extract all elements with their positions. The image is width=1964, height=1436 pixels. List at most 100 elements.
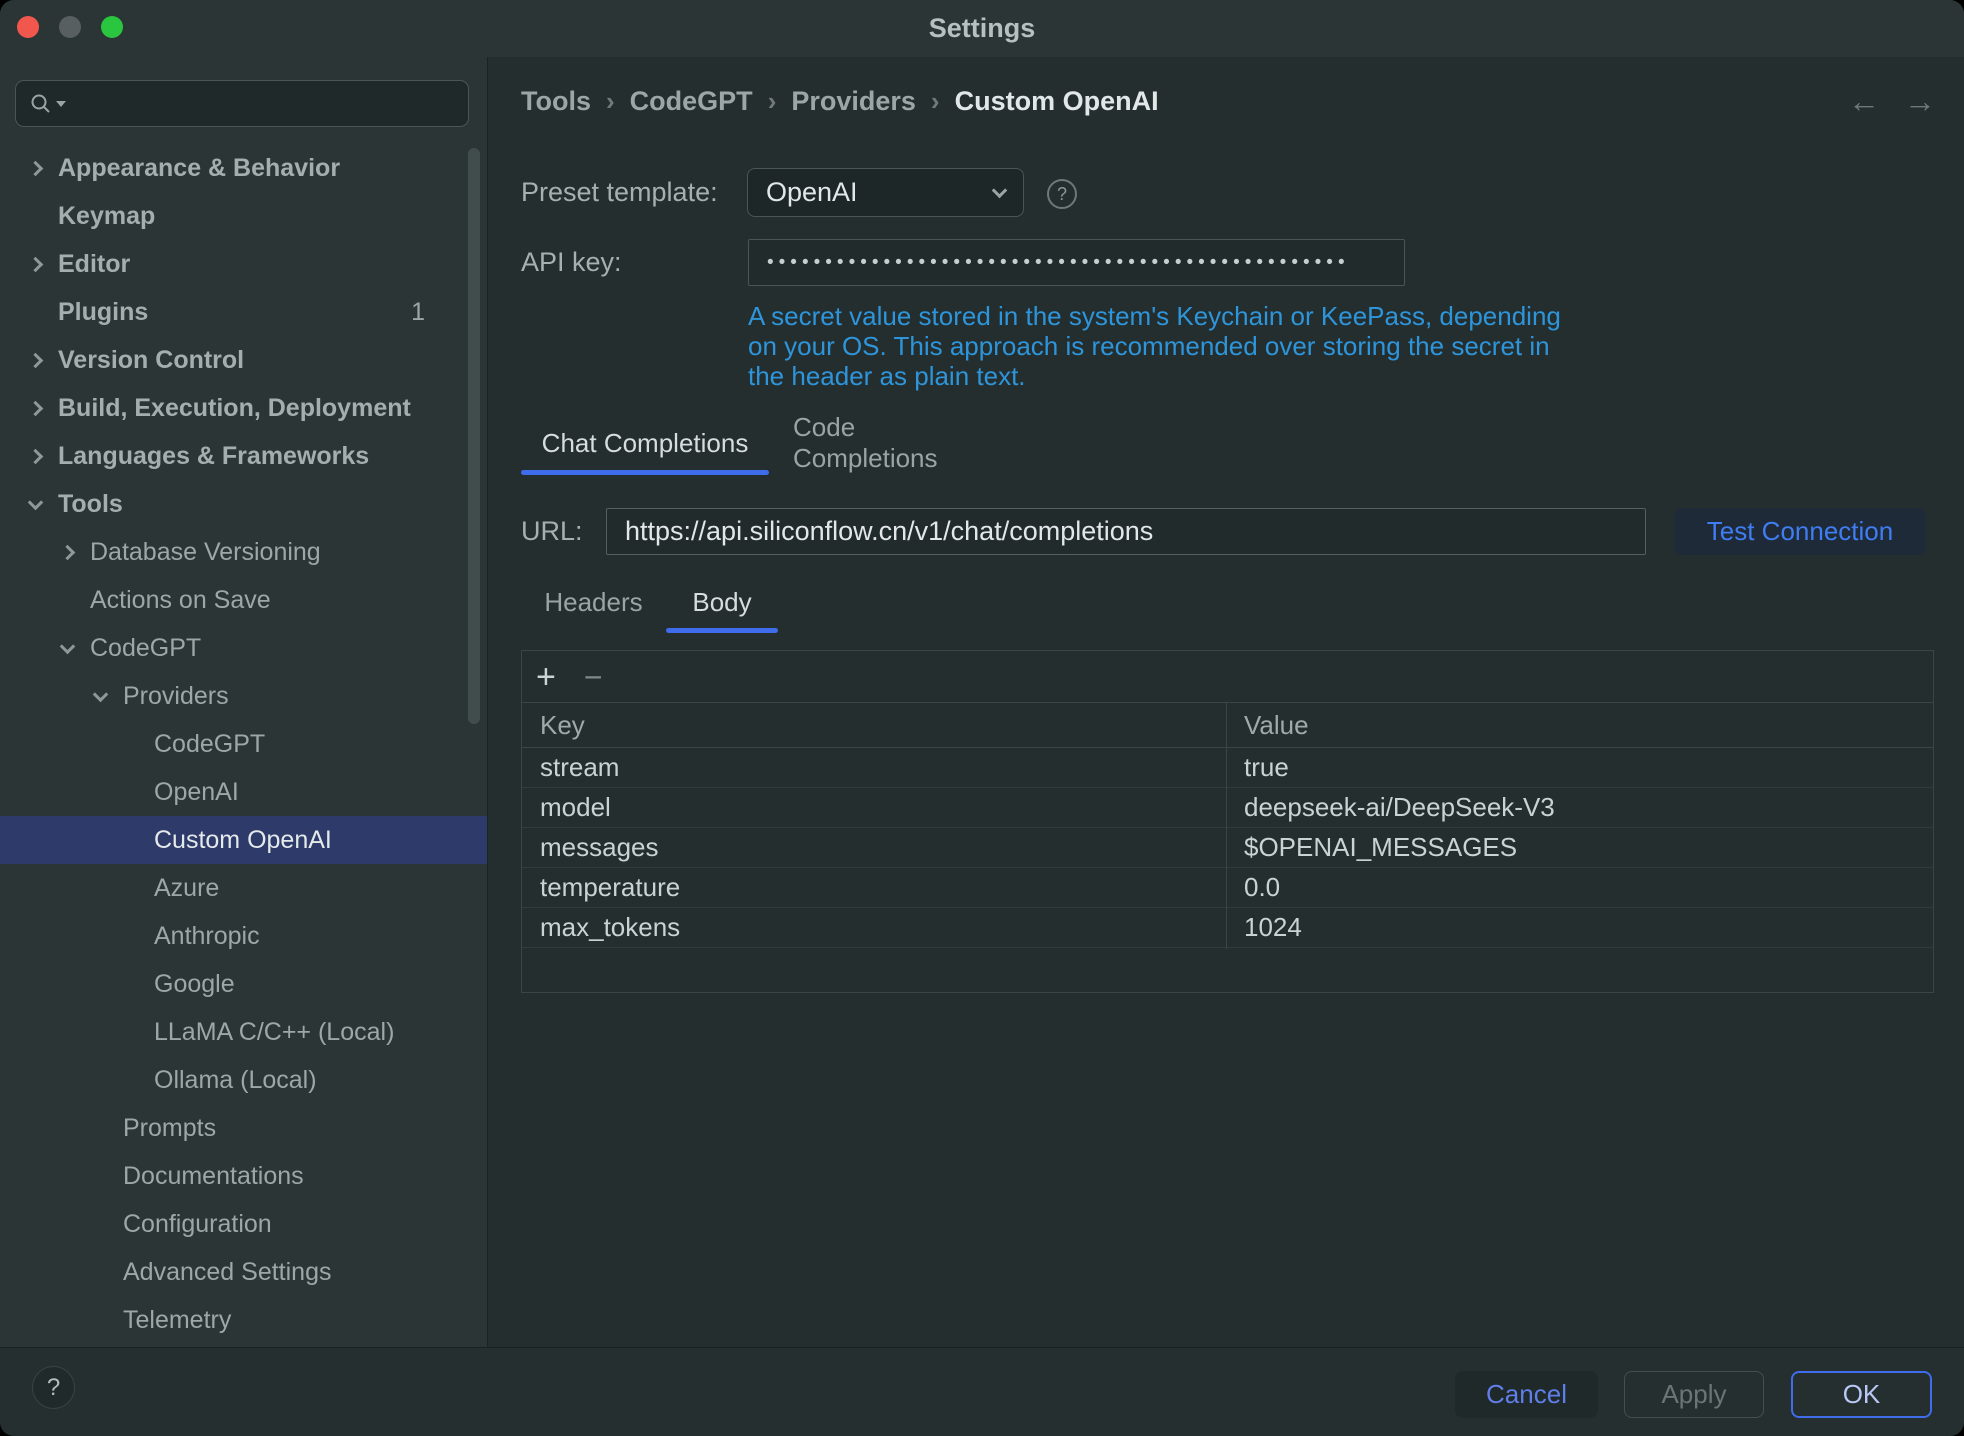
preset-template-select[interactable]: OpenAI	[747, 168, 1024, 217]
chevron-down-icon[interactable]	[24, 501, 58, 508]
sidebar-item-openai[interactable]: OpenAI	[0, 768, 487, 816]
chevron-right-icon[interactable]	[24, 355, 58, 366]
sidebar-item-actions-on-save[interactable]: Actions on Save	[0, 576, 487, 624]
api-key-field[interactable]	[748, 239, 1405, 286]
plugins-count-badge: 1	[411, 298, 425, 327]
api-key-label: API key:	[521, 239, 622, 286]
cell-value[interactable]: $OPENAI_MESSAGES	[1226, 828, 1933, 867]
cell-key[interactable]: model	[522, 788, 1226, 827]
api-key-input[interactable]	[767, 252, 1367, 274]
breadcrumb: Tools›CodeGPT›Providers›Custom OpenAI	[521, 86, 1159, 117]
chevron-down-icon[interactable]	[89, 693, 123, 700]
sidebar-item-keymap[interactable]: Keymap	[0, 192, 487, 240]
cell-value[interactable]: true	[1226, 748, 1933, 787]
cell-value[interactable]: 1024	[1226, 908, 1933, 947]
sidebar-item-codegpt[interactable]: CodeGPT	[0, 720, 487, 768]
sidebar-item-prompts[interactable]: Prompts	[0, 1104, 487, 1152]
sidebar-item-ollama-local-[interactable]: Ollama (Local)	[0, 1056, 487, 1104]
apply-button[interactable]: Apply	[1624, 1371, 1764, 1418]
sidebar-item-label: Plugins	[58, 298, 148, 327]
cell-key[interactable]: stream	[522, 748, 1226, 787]
help-button[interactable]: ?	[32, 1366, 75, 1409]
sidebar-item-label: LLaMA C/C++ (Local)	[154, 1018, 394, 1047]
cell-key[interactable]: max_tokens	[522, 908, 1226, 947]
tab-chat-completions[interactable]: Chat Completions	[521, 416, 769, 470]
search-input[interactable]	[76, 90, 436, 118]
sidebar-item-azure[interactable]: Azure	[0, 864, 487, 912]
sidebar-item-plugins[interactable]: Plugins 1	[0, 288, 487, 336]
sidebar-item-build-execution-deployment[interactable]: Build, Execution, Deployment	[0, 384, 487, 432]
table-row-messages[interactable]: messages$OPENAI_MESSAGES	[522, 828, 1933, 868]
sidebar-item-label: Actions on Save	[90, 586, 271, 615]
cell-key[interactable]: temperature	[522, 868, 1226, 907]
sidebar-item-appearance-behavior[interactable]: Appearance & Behavior	[0, 144, 487, 192]
sidebar-item-documentations[interactable]: Documentations	[0, 1152, 487, 1200]
chevron-right-icon[interactable]	[24, 403, 58, 414]
chevron-right-icon[interactable]	[24, 163, 58, 174]
add-row-icon[interactable]: +	[536, 660, 556, 694]
sidebar-item-advanced-settings[interactable]: Advanced Settings	[0, 1248, 487, 1296]
breadcrumb-item-providers[interactable]: Providers	[791, 86, 916, 117]
sidebar-item-label: CodeGPT	[90, 634, 201, 663]
sidebar-item-label: Advanced Settings	[123, 1258, 331, 1287]
sidebar-item-llama-c-c-local-[interactable]: LLaMA C/C++ (Local)	[0, 1008, 487, 1056]
cancel-button[interactable]: Cancel	[1455, 1371, 1598, 1418]
sidebar-item-anthropic[interactable]: Anthropic	[0, 912, 487, 960]
remove-row-icon[interactable]: −	[584, 661, 603, 693]
tab-body[interactable]: Body	[666, 576, 778, 628]
sidebar-item-custom-openai[interactable]: Custom OpenAI	[0, 816, 487, 864]
table-body: streamtruemodeldeepseek-ai/DeepSeek-V3me…	[522, 748, 1933, 948]
table-row-model[interactable]: modeldeepseek-ai/DeepSeek-V3	[522, 788, 1933, 828]
sidebar-item-tools[interactable]: Tools	[0, 480, 487, 528]
sidebar-item-label: Appearance & Behavior	[58, 154, 340, 183]
sidebar-item-label: Ollama (Local)	[154, 1066, 317, 1095]
sidebar-item-languages-frameworks[interactable]: Languages & Frameworks	[0, 432, 487, 480]
sidebar-item-version-control[interactable]: Version Control	[0, 336, 487, 384]
forward-arrow-icon[interactable]: →	[1904, 83, 1936, 120]
sidebar-item-label: Configuration	[123, 1210, 272, 1239]
sidebar-item-label: Build, Execution, Deployment	[58, 394, 411, 423]
sidebar-scrollbar-thumb[interactable]	[468, 148, 480, 724]
column-header-value: Value	[1226, 703, 1933, 747]
ok-button[interactable]: OK	[1791, 1371, 1932, 1418]
breadcrumb-item-codegpt[interactable]: CodeGPT	[630, 86, 753, 117]
sidebar-item-editor[interactable]: Editor	[0, 240, 487, 288]
sidebar-item-database-versioning[interactable]: Database Versioning	[0, 528, 487, 576]
test-connection-button[interactable]: Test Connection	[1674, 508, 1926, 555]
chevron-right-icon[interactable]	[56, 547, 90, 558]
tab-headers[interactable]: Headers	[521, 576, 666, 628]
sidebar-item-providers[interactable]: Providers	[0, 672, 487, 720]
sidebar-item-label: Version Control	[58, 346, 244, 375]
cell-value[interactable]: deepseek-ai/DeepSeek-V3	[1226, 788, 1933, 827]
breadcrumb-item-tools[interactable]: Tools	[521, 86, 591, 117]
sidebar-item-configuration[interactable]: Configuration	[0, 1200, 487, 1248]
preset-help-icon[interactable]: ?	[1047, 179, 1077, 209]
table-row-max_tokens[interactable]: max_tokens1024	[522, 908, 1933, 948]
chevron-right-icon[interactable]	[24, 451, 58, 462]
table-row-temperature[interactable]: temperature0.0	[522, 868, 1933, 908]
settings-sidebar: Appearance & BehaviorKeymapEditorPlugins…	[0, 57, 488, 1347]
chevron-down-icon[interactable]	[56, 645, 90, 652]
search-icon	[30, 93, 52, 115]
column-header-key: Key	[522, 703, 1226, 747]
sidebar-item-label: Languages & Frameworks	[58, 442, 369, 471]
settings-search-field[interactable]	[15, 80, 469, 127]
back-arrow-icon[interactable]: ←	[1848, 83, 1880, 120]
search-options-caret-icon[interactable]	[56, 101, 66, 107]
settings-tree: Appearance & BehaviorKeymapEditorPlugins…	[0, 144, 487, 1344]
cell-key[interactable]: messages	[522, 828, 1226, 867]
sidebar-item-google[interactable]: Google	[0, 960, 487, 1008]
sidebar-item-codegpt[interactable]: CodeGPT	[0, 624, 487, 672]
sidebar-item-telemetry[interactable]: Telemetry	[0, 1296, 487, 1344]
table-row-stream[interactable]: streamtrue	[522, 748, 1933, 788]
cell-value[interactable]: 0.0	[1226, 868, 1933, 907]
tab-code-completions[interactable]: Code Completions	[793, 416, 999, 470]
api-key-help-text: A secret value stored in the system's Ke…	[748, 301, 1561, 391]
sidebar-item-label: Database Versioning	[90, 538, 321, 567]
preset-template-value: OpenAI	[766, 177, 994, 208]
breadcrumb-separator-icon: ›	[768, 86, 777, 117]
titlebar: Settings	[0, 0, 1964, 57]
sidebar-item-label: OpenAI	[154, 778, 239, 807]
chevron-right-icon[interactable]	[24, 259, 58, 270]
url-input[interactable]	[606, 508, 1646, 555]
